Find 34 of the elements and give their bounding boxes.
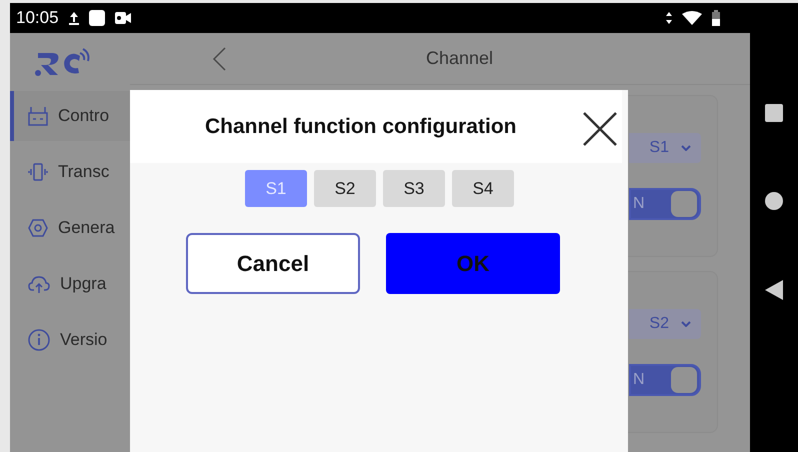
back-icon[interactable] (765, 280, 783, 300)
sidebar-item[interactable]: Upgra (10, 259, 130, 309)
status-time: 10:05 (16, 7, 59, 30)
cancel-button[interactable]: Cancel (186, 233, 360, 294)
page-title: Channel (426, 47, 494, 70)
phone-vibrate-icon (28, 162, 48, 182)
channel-tab[interactable]: S1 (245, 170, 307, 207)
chevron-down-icon (681, 145, 691, 151)
channel-select[interactable]: S1 (629, 133, 701, 163)
channel-tab[interactable]: S2 (314, 170, 376, 207)
channel-select[interactable]: S2 (629, 309, 701, 339)
toggle-switch[interactable]: N (629, 364, 701, 396)
sidebar-item[interactable]: Transc (10, 147, 130, 197)
square-icon (88, 10, 105, 26)
sidebar-item[interactable]: Contro (10, 91, 130, 141)
camera-icon (114, 12, 131, 24)
toggle-switch[interactable]: N (629, 188, 701, 220)
chevron-down-icon (681, 321, 691, 327)
channel-tab[interactable]: S4 (452, 170, 514, 207)
info-icon (28, 329, 50, 351)
cloud-upload-icon (28, 274, 50, 294)
logo-icon (34, 47, 92, 77)
dialog-title: Channel function configuration (205, 114, 516, 140)
close-icon[interactable] (583, 112, 617, 146)
home-icon[interactable] (765, 192, 783, 210)
upload-icon (68, 11, 79, 25)
sidebar-item[interactable]: Versio (10, 315, 130, 365)
channel-tab[interactable]: S3 (383, 170, 445, 207)
controller-icon (28, 106, 48, 126)
data-arrows-icon (666, 12, 672, 24)
battery-icon (712, 10, 720, 26)
wifi-icon (682, 11, 702, 25)
hexagon-icon (28, 218, 48, 238)
sidebar-item[interactable]: Genera (10, 203, 130, 253)
